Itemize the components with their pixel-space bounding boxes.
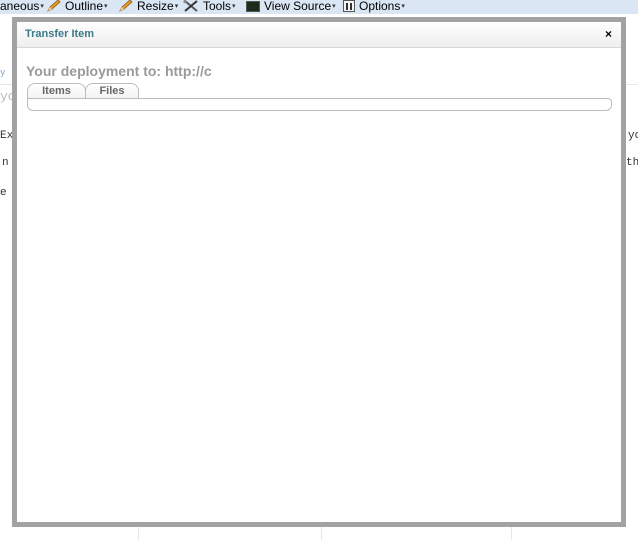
toolbar-item-label: Resize (137, 0, 174, 13)
toolbar-options-menu[interactable]: Options ▾ (343, 0, 405, 12)
bg-text: e (0, 187, 7, 199)
deployment-heading: Your deployment to: http://c (26, 63, 212, 79)
options-icon (343, 0, 355, 12)
dialog-title: Transfer Item (25, 28, 95, 40)
dialog-header: Transfer Item × (17, 22, 621, 48)
toolbar-resize-menu[interactable]: Resize ▾ (119, 0, 178, 12)
bg-text: y (0, 68, 6, 78)
bg-divider (138, 527, 139, 540)
toolbar-item-label: View Source (264, 0, 332, 13)
toolbar-outline-menu[interactable]: Outline ▾ (47, 0, 108, 12)
chevron-down-icon: ▾ (232, 2, 236, 10)
bg-divider (321, 527, 322, 540)
chevron-down-icon: ▾ (174, 2, 179, 10)
toolbar-item-label: Outline (65, 0, 104, 13)
monitor-icon (246, 0, 260, 12)
pencil-icon (47, 0, 61, 12)
close-icon[interactable]: × (605, 27, 612, 41)
toolbar-item-label: Options (359, 0, 401, 13)
tab-items[interactable]: Items (27, 83, 86, 99)
tools-icon (183, 0, 198, 12)
transfer-item-dialog: Transfer Item × Your deployment to: http… (17, 22, 621, 522)
toolbar-item-label: aneous (0, 0, 40, 13)
toolbar-miscellaneous-menu[interactable]: aneous ▾ (0, 0, 44, 12)
bg-text: yo (628, 130, 638, 142)
bg-divider (626, 84, 638, 85)
bg-text: n (2, 157, 9, 169)
toolbar-view-source-menu[interactable]: View Source ▾ (246, 0, 336, 12)
toolbar-tools-menu[interactable]: Tools ▾ (183, 0, 236, 12)
chevron-down-icon: ▾ (104, 2, 108, 10)
chevron-down-icon: ▾ (40, 2, 44, 10)
toolbar-item-label: Tools (203, 0, 232, 13)
bg-divider (0, 84, 12, 85)
chevron-down-icon: ▾ (401, 2, 405, 10)
bg-divider (511, 527, 512, 540)
tab-panel (27, 98, 612, 111)
chevron-down-icon: ▾ (332, 2, 336, 10)
developer-toolbar: aneous ▾ Outline ▾ Resize ▾ Tools ▾ View Sou… (0, 0, 638, 14)
pencil-icon (119, 0, 133, 12)
tab-files[interactable]: Files (85, 83, 139, 99)
bg-text: the (626, 157, 638, 169)
